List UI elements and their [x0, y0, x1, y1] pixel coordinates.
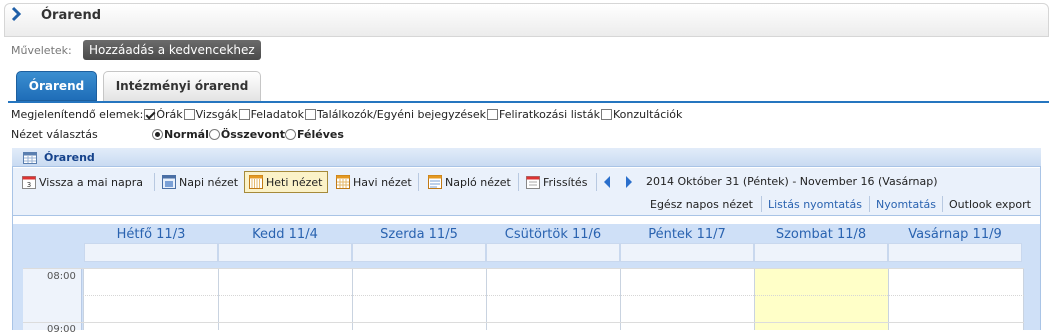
- half-hour-line: [83, 295, 1024, 296]
- all-day-cell[interactable]: [84, 243, 218, 262]
- all-day-cell[interactable]: [486, 243, 620, 262]
- toolbar-divider: [869, 196, 870, 212]
- toolbar-divider: [518, 173, 519, 191]
- all-day-cell[interactable]: [754, 243, 888, 262]
- radio-normal[interactable]: [152, 129, 163, 140]
- day-header-tuesday[interactable]: Kedd 11/4: [218, 227, 352, 242]
- display-elements-row: Megjelenítendő elemek: Órák Vizsgák Fela…: [11, 108, 682, 121]
- checkbox-exams[interactable]: [183, 109, 195, 120]
- day-header-monday[interactable]: Hétfő 11/3: [84, 227, 218, 242]
- journal-view-label: Napló nézet: [445, 175, 511, 189]
- refresh-button[interactable]: Frissítés: [522, 171, 591, 193]
- calendar-icon: [23, 152, 37, 164]
- checkbox-lessons-label: Órák: [156, 108, 183, 121]
- day-column-friday[interactable]: [620, 268, 754, 330]
- day-header-sunday[interactable]: Vasárnap 11/9: [888, 227, 1022, 242]
- journal-view-icon: [428, 175, 442, 189]
- checkbox-meetings[interactable]: [305, 109, 316, 120]
- hour-line: [23, 268, 1024, 269]
- day-view-icon: [162, 175, 176, 189]
- all-day-cell[interactable]: [218, 243, 352, 262]
- day-column-monday[interactable]: [83, 268, 218, 330]
- hour-line: [23, 322, 1024, 323]
- calendar-today-icon: 3: [22, 176, 36, 189]
- toolbar-divider: [596, 173, 597, 191]
- day-column-saturday[interactable]: [754, 268, 888, 330]
- chevron-right-icon: [11, 6, 22, 22]
- journal-view-button[interactable]: Napló nézet: [424, 171, 515, 193]
- checkbox-tasks[interactable]: [238, 109, 250, 120]
- day-header-thursday[interactable]: Csütörtök 11/6: [486, 227, 620, 242]
- all-day-cell[interactable]: [352, 243, 486, 262]
- daily-view-label: Napi nézet: [179, 175, 239, 189]
- checkbox-tasks-label: Feladatok: [250, 108, 304, 121]
- toolbar-divider: [154, 173, 155, 191]
- day-header-saturday[interactable]: Szombat 11/8: [754, 227, 888, 242]
- tab-bar-underline: [8, 101, 1049, 103]
- day-header-friday[interactable]: Péntek 11/7: [620, 227, 754, 242]
- tab-institution-timetable[interactable]: Intézményi órarend: [103, 71, 261, 101]
- day-header-wednesday[interactable]: Szerda 11/5: [352, 227, 486, 242]
- checkbox-lessons[interactable]: [144, 109, 156, 120]
- radio-semester[interactable]: [284, 129, 296, 140]
- all-day-view-link[interactable]: Egész napos nézet: [650, 198, 753, 211]
- print-link[interactable]: Nyomtatás: [876, 198, 936, 211]
- radio-merged-label: Összevont: [220, 128, 285, 141]
- checkbox-exams-label: Vizsgák: [195, 108, 238, 121]
- list-print-link[interactable]: Listás nyomtatás: [768, 198, 862, 211]
- day-column-wednesday[interactable]: [352, 268, 486, 330]
- page-header: [4, 3, 1049, 37]
- actions-label: Műveletek:: [11, 44, 72, 57]
- monthly-view-label: Havi nézet: [353, 175, 412, 189]
- prev-period-icon[interactable]: [602, 175, 612, 189]
- view-select-label: Nézet választás: [11, 128, 98, 141]
- add-favorite-button[interactable]: Hozzáadás a kedvencekhez: [83, 40, 261, 60]
- date-range-label: 2014 Október 31 (Péntek) - November 16 (…: [646, 175, 938, 188]
- checkbox-signup-lists-label: Feliratkozási listák: [499, 108, 600, 121]
- monthly-view-button[interactable]: Havi nézet: [332, 171, 416, 193]
- toolbar-divider: [418, 173, 419, 191]
- calendar-title: Órarend: [44, 151, 95, 164]
- checkbox-meetings-label: Találkozók/Egyéni bejegyzések: [317, 108, 486, 121]
- radio-merged[interactable]: [208, 129, 220, 140]
- toolbar-divider: [942, 196, 943, 212]
- day-column-tuesday[interactable]: [218, 268, 352, 330]
- daily-view-button[interactable]: Napi nézet: [158, 171, 242, 193]
- svg-text:3: 3: [27, 181, 31, 189]
- tab-timetable[interactable]: Órarend: [16, 71, 97, 101]
- weekly-view-button[interactable]: Heti nézet: [244, 171, 328, 193]
- checkbox-signup-lists[interactable]: [487, 109, 498, 120]
- refresh-calendar-icon: [526, 176, 540, 189]
- calendar-panel-header: [12, 148, 1041, 167]
- next-period-icon[interactable]: [624, 175, 634, 189]
- radio-semester-label: Féléves: [296, 128, 344, 141]
- radio-normal-label: Normál: [164, 128, 209, 141]
- toolbar-divider: [761, 196, 762, 212]
- display-elements-label: Megjelenítendő elemek:: [11, 108, 144, 121]
- day-column-sunday[interactable]: [888, 268, 1024, 330]
- refresh-label: Frissítés: [543, 175, 588, 189]
- month-view-icon: [336, 175, 350, 189]
- checkbox-consultations[interactable]: [600, 109, 612, 120]
- all-day-cell[interactable]: [888, 243, 1022, 262]
- all-day-cell[interactable]: [620, 243, 754, 262]
- weekly-view-label: Heti nézet: [266, 175, 323, 189]
- view-select-options: Normál Összevont Féléves: [152, 128, 344, 141]
- day-column-thursday[interactable]: [486, 268, 620, 330]
- week-view-icon: [249, 175, 263, 189]
- outlook-export-link[interactable]: Outlook export: [949, 198, 1031, 211]
- today-button[interactable]: 3 Vissza a mai napra: [18, 171, 147, 193]
- today-button-label: Vissza a mai napra: [39, 175, 144, 189]
- time-label: 08:00: [47, 271, 76, 282]
- page-title: Órarend: [41, 8, 102, 23]
- checkbox-consultations-label: Konzultációk: [612, 108, 683, 121]
